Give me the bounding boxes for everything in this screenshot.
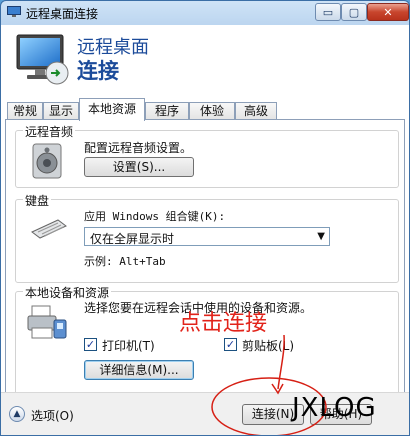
tab-advanced[interactable]: 高级 bbox=[235, 102, 277, 120]
tab-general[interactable]: 常规 bbox=[7, 102, 43, 120]
tab-label: 高级 bbox=[243, 104, 268, 118]
keyboard-example: 示例: Alt+Tab bbox=[84, 255, 166, 268]
maximize-button[interactable]: ▢ bbox=[341, 3, 367, 21]
tab-label: 显示 bbox=[48, 104, 73, 118]
tab-display[interactable]: 显示 bbox=[43, 102, 79, 120]
chevron-down-icon: ▼ bbox=[317, 231, 325, 242]
tab-local-resources[interactable]: 本地资源 bbox=[79, 98, 145, 121]
keyboard-icon bbox=[31, 219, 67, 239]
audio-settings-button[interactable]: 设置(S)... bbox=[84, 157, 194, 177]
remote-audio-group: 远程音频 配置远程音频设置。 设置(S)... bbox=[15, 123, 399, 188]
minimize-icon: ▭ bbox=[322, 5, 334, 19]
printer-devices-icon bbox=[27, 305, 67, 339]
minimize-button[interactable]: ▭ bbox=[315, 3, 341, 21]
tab-label: 体验 bbox=[199, 104, 224, 118]
remote-desktop-monitor-icon bbox=[16, 34, 69, 85]
watermark-text: JXLOG bbox=[292, 393, 377, 423]
options-label[interactable]: 选项(O) bbox=[31, 407, 74, 424]
tab-experience[interactable]: 体验 bbox=[189, 102, 235, 120]
window-title: 远程桌面连接 bbox=[26, 7, 99, 21]
chevron-up-icon: ▲ bbox=[13, 409, 21, 419]
local-resources-panel: 远程音频 配置远程音频设置。 设置(S)... 键盘 应用 Windows 组合… bbox=[5, 119, 405, 405]
keyboard-group: 键盘 应用 Windows 组合键(K): 仅在全屏显示时 ▼ 示例: Alt+… bbox=[15, 192, 399, 283]
title-bar[interactable]: 远程桌面连接 ▭ ▢ ✕ bbox=[1, 1, 409, 25]
speaker-icon bbox=[32, 143, 62, 179]
keyboard-apply-label: 应用 Windows 组合键(K): bbox=[84, 210, 226, 223]
printers-label: 打印机(T) bbox=[102, 339, 155, 353]
clipboard-checkbox[interactable]: ✓ bbox=[224, 338, 237, 351]
keyboard-combo-value: 仅在全屏显示时 bbox=[90, 232, 175, 246]
header-banner: 远程桌面 连接 bbox=[1, 25, 409, 96]
client-area: 远程桌面 连接 常规 显示 本地资源 程序 体验 高级 远程音频 配置远程音频设… bbox=[1, 25, 409, 435]
checkmark-icon: ✓ bbox=[85, 338, 96, 351]
tab-strip: 常规 显示 本地资源 程序 体验 高级 bbox=[1, 96, 409, 121]
tab-label: 程序 bbox=[154, 104, 179, 118]
audio-description: 配置远程音频设置。 bbox=[84, 141, 193, 155]
remote-audio-title: 远程音频 bbox=[23, 123, 76, 140]
details-button[interactable]: 详细信息(M)... bbox=[84, 360, 194, 380]
banner-title-line2: 连接 bbox=[77, 59, 119, 83]
tab-programs[interactable]: 程序 bbox=[145, 102, 189, 120]
rdp-window: 远程桌面连接 ▭ ▢ ✕ 远程桌面 连接 常规 显示 本地资源 程序 体验 高级… bbox=[0, 0, 410, 436]
checkmark-icon: ✓ bbox=[225, 338, 236, 351]
remote-desktop-app-icon bbox=[7, 6, 21, 17]
maximize-icon: ▢ bbox=[348, 5, 360, 19]
close-button[interactable]: ✕ bbox=[367, 3, 409, 21]
keyboard-combo-select[interactable]: 仅在全屏显示时 ▼ bbox=[84, 227, 330, 246]
close-icon: ✕ bbox=[383, 5, 393, 19]
clipboard-label: 剪贴板(L) bbox=[242, 339, 295, 353]
keyboard-title: 键盘 bbox=[23, 192, 52, 209]
printers-checkbox[interactable]: ✓ bbox=[84, 338, 97, 351]
tab-label: 常规 bbox=[12, 104, 37, 118]
tab-label: 本地资源 bbox=[87, 102, 136, 116]
click-connect-annotation: 点击连接 bbox=[179, 311, 268, 336]
options-toggle-button[interactable]: ▲ bbox=[9, 406, 25, 422]
